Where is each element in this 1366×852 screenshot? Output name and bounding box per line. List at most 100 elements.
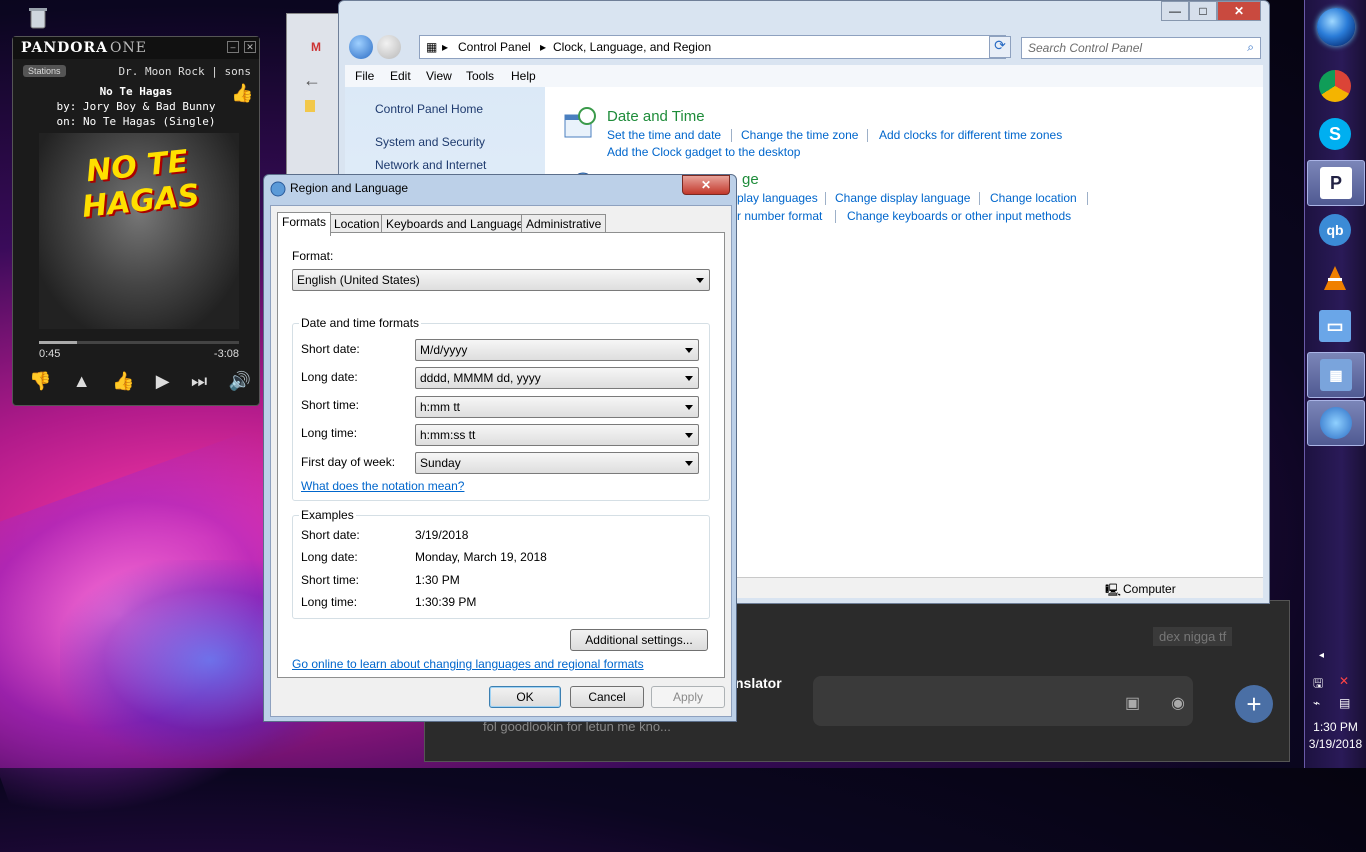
short-date-select[interactable]: M/d/yyyy bbox=[415, 339, 699, 361]
cp-titlebar[interactable] bbox=[339, 1, 1269, 27]
chat-title: nslator bbox=[735, 675, 782, 691]
tray-expand-icon[interactable]: ◂ bbox=[1319, 650, 1324, 661]
long-time-label: Long time: bbox=[301, 426, 358, 440]
status-computer: Computer bbox=[1123, 582, 1176, 596]
qbittorrent-icon: qb bbox=[1319, 214, 1351, 246]
taskbar-vlc[interactable] bbox=[1307, 256, 1363, 300]
short-time-select[interactable]: h:mm tt bbox=[415, 396, 699, 418]
apply-button[interactable]: Apply bbox=[651, 686, 725, 708]
pandora-minimize-button[interactable]: – bbox=[227, 41, 239, 53]
link-number-format[interactable]: r number format bbox=[737, 209, 822, 223]
back-button[interactable] bbox=[349, 35, 373, 59]
forward-button[interactable] bbox=[377, 35, 401, 59]
back-arrow-icon[interactable]: ← bbox=[303, 70, 321, 91]
ok-button[interactable]: OK bbox=[489, 686, 561, 708]
menu-view[interactable]: View bbox=[426, 69, 452, 83]
link-change-keyboards[interactable]: Change keyboards or other input methods bbox=[847, 209, 1071, 223]
breadcrumb-clock-language-region[interactable]: Clock, Language, and Region bbox=[553, 40, 711, 54]
thumb-down-icon[interactable]: 👎 bbox=[29, 371, 51, 392]
taskbar-remote-desktop[interactable]: ▭ bbox=[1307, 304, 1363, 348]
first-day-select[interactable]: Sunday bbox=[415, 452, 699, 474]
search-icon[interactable]: ⌕ bbox=[1247, 40, 1254, 55]
link-display-languages[interactable]: play languages bbox=[737, 191, 818, 205]
additional-settings-button[interactable]: Additional settings... bbox=[570, 629, 708, 651]
pandora-icon: P bbox=[1320, 167, 1352, 199]
tab-formats[interactable]: Formats bbox=[277, 212, 332, 236]
format-label: Format: bbox=[292, 249, 334, 263]
long-time-select[interactable]: h:mm:ss tt bbox=[415, 424, 699, 446]
control-panel-icon: ▦ bbox=[1320, 359, 1352, 391]
tray-device-icon[interactable]: 🖫 bbox=[1313, 674, 1323, 695]
skip-icon[interactable]: ⏭ bbox=[191, 371, 207, 392]
cancel-button[interactable]: Cancel bbox=[570, 686, 644, 708]
volume-icon[interactable]: 🔊 bbox=[229, 371, 251, 392]
progress-bar[interactable] bbox=[39, 341, 239, 344]
minimize-button[interactable]: — bbox=[1161, 1, 1189, 21]
category-date-time[interactable]: Date and Time bbox=[607, 108, 705, 125]
recycle-bin-icon[interactable] bbox=[26, 6, 50, 30]
format-select[interactable]: English (United States) bbox=[292, 269, 710, 291]
link-change-time-zone[interactable]: Change the time zone bbox=[741, 128, 858, 142]
region-language-dialog: Region and Language ✕ Formats Location K… bbox=[263, 174, 737, 722]
taskbar-pandora[interactable]: P bbox=[1307, 160, 1365, 206]
notation-link[interactable]: What does the notation mean? bbox=[301, 479, 464, 493]
sidebar-home[interactable]: Control Panel Home bbox=[375, 102, 483, 116]
taskbar-region-clock[interactable] bbox=[1307, 400, 1365, 446]
examples-title: Examples bbox=[299, 508, 356, 522]
computer-icon: 🖳 bbox=[1105, 583, 1122, 597]
example-short-date-value: 3/19/2018 bbox=[415, 528, 469, 542]
link-set-time-date[interactable]: Set the time and date bbox=[607, 128, 721, 142]
example-long-date-label: Long date: bbox=[301, 550, 358, 564]
long-date-select[interactable]: dddd, MMMM dd, yyyy bbox=[415, 367, 699, 389]
add-button[interactable]: + bbox=[1235, 685, 1273, 723]
play-icon[interactable]: ▶ bbox=[156, 371, 170, 392]
link-add-clocks[interactable]: Add clocks for different time zones bbox=[879, 128, 1062, 142]
menu-file[interactable]: File bbox=[355, 69, 374, 83]
breadcrumb-control-panel[interactable]: Control Panel bbox=[458, 40, 531, 54]
address-bar[interactable]: ▦ ▸ Control Panel ▸ Clock, Language, and… bbox=[419, 35, 1006, 59]
taskbar-time[interactable]: 1:30 PM bbox=[1305, 720, 1366, 734]
online-help-link[interactable]: Go online to learn about changing langua… bbox=[292, 657, 644, 671]
station-name[interactable]: Dr. Moon Rock | sons bbox=[119, 65, 251, 78]
taskbar-skype[interactable]: S bbox=[1307, 112, 1363, 156]
elapsed-time: 0:45 bbox=[39, 348, 61, 360]
close-button[interactable]: ✕ bbox=[1217, 1, 1261, 21]
refresh-icon[interactable]: ⟳ bbox=[989, 36, 1011, 58]
menu-edit[interactable]: Edit bbox=[390, 69, 411, 83]
taskbar-chrome[interactable] bbox=[1307, 64, 1363, 108]
attach-icon[interactable]: ▣ bbox=[1125, 693, 1140, 713]
gmail-icon[interactable]: M bbox=[311, 40, 327, 54]
remaining-time: -3:08 bbox=[213, 348, 239, 360]
category-region-language[interactable]: ge bbox=[742, 171, 759, 188]
link-change-display-language[interactable]: Change display language bbox=[835, 191, 970, 205]
taskbar-date[interactable]: 3/19/2018 bbox=[1305, 737, 1366, 751]
menu-tools[interactable]: Tools bbox=[466, 69, 494, 83]
dialog-close-button[interactable]: ✕ bbox=[682, 175, 730, 195]
search-input[interactable]: Search Control Panel ⌕ bbox=[1021, 37, 1261, 59]
tray-usb-icon[interactable]: ⌁ bbox=[1313, 696, 1320, 710]
sidebar-item-network-internet[interactable]: Network and Internet bbox=[375, 158, 486, 172]
sidebar-item-system-security[interactable]: System and Security bbox=[375, 135, 485, 149]
pandora-titlebar[interactable]: PANDORA ONE – ✕ bbox=[13, 37, 259, 59]
tray-network-icon[interactable]: ▤ bbox=[1339, 696, 1350, 710]
stations-button[interactable]: Stations bbox=[23, 65, 66, 77]
tray-volume-muted-icon[interactable]: ✕ bbox=[1339, 674, 1349, 688]
pandora-logo: PANDORA ONE bbox=[21, 40, 147, 56]
formats-panel: Format: English (United States) Date and… bbox=[277, 232, 725, 678]
menu-help[interactable]: Help bbox=[511, 69, 536, 83]
taskbar-control-panel[interactable]: ▦ bbox=[1307, 352, 1365, 398]
bookmark-folder-icon[interactable] bbox=[305, 100, 315, 112]
dialog-title: Region and Language bbox=[290, 181, 409, 195]
thumb-up-button-icon[interactable]: 👍 bbox=[112, 371, 134, 392]
pandora-close-button[interactable]: ✕ bbox=[244, 41, 256, 53]
short-date-label: Short date: bbox=[301, 342, 360, 356]
album-art-text: NO TE HAGAS bbox=[80, 143, 202, 225]
link-clock-gadget[interactable]: Add the Clock gadget to the desktop bbox=[607, 145, 800, 159]
link-change-location[interactable]: Change location bbox=[990, 191, 1077, 205]
tired-of-track-icon[interactable]: ▲ bbox=[73, 371, 91, 392]
start-button[interactable] bbox=[1317, 8, 1355, 46]
taskbar-qbittorrent[interactable]: qb bbox=[1307, 208, 1363, 252]
date-time-formats-group: Date and time formats Short date: M/d/yy… bbox=[292, 316, 710, 501]
maximize-button[interactable]: □ bbox=[1189, 1, 1217, 21]
location-icon[interactable]: ◉ bbox=[1171, 693, 1185, 713]
